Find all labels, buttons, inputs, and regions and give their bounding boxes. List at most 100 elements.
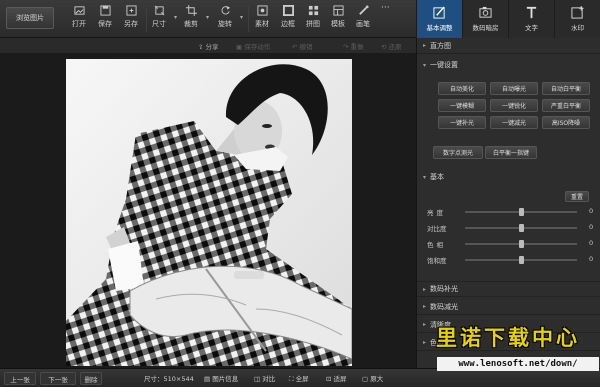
next-image-button[interactable]: 下一张 [40, 372, 76, 385]
spot-metering-button[interactable]: 数字点测光 [433, 146, 483, 159]
contrast-label: 对比度 [427, 225, 447, 233]
tab-digital-darkroom-label: 数码暗房 [472, 24, 499, 32]
white-balance-pick-button[interactable]: 白平衡一指键 [485, 146, 537, 159]
image-info-label: 图片信息 [212, 375, 239, 383]
watermark-text: 里诺下载中心 [436, 325, 580, 350]
tab-basic-adjust-label: 基本调整 [426, 24, 453, 32]
saturation-slider[interactable] [465, 256, 577, 264]
compare-button[interactable]: ◫ 对比 [254, 373, 275, 383]
collage-label: 拼图 [306, 20, 320, 28]
rotate-icon [221, 5, 230, 15]
share-button[interactable]: ⇪ 分享 [198, 41, 219, 51]
contrast-slider[interactable] [465, 224, 577, 232]
auto-exposure-button[interactable]: 自动曝光 [490, 82, 538, 95]
image-size: 尺寸：510×544 [144, 375, 194, 383]
delete-button[interactable]: 删除 [80, 372, 102, 385]
rotate-dropdown-caret[interactable]: ▾ [240, 14, 243, 21]
redo-label: 重做 [350, 43, 364, 51]
hue-slider-thumb[interactable] [519, 240, 524, 248]
rotate-button[interactable]: 旋转 [218, 5, 232, 33]
save-action-button[interactable]: ▣ 保存动作 [236, 41, 270, 51]
histogram-label: 直方图 [430, 41, 452, 50]
crop-dropdown-caret[interactable]: ▾ [206, 14, 209, 21]
material-icon [256, 5, 268, 16]
one-click-sharpen-button[interactable]: 一键锐化 [490, 99, 538, 112]
template-button[interactable]: 模板 [331, 5, 345, 33]
fullscreen-label: 全屏 [295, 375, 309, 383]
one-click-section[interactable]: ▾ 一键设置 [417, 57, 600, 73]
basic-label: 基本 [430, 173, 445, 181]
open-button[interactable]: 打开 [72, 5, 86, 33]
resize-label: 尺寸 [152, 20, 166, 28]
resize-dropdown-caret[interactable]: ▾ [174, 14, 177, 21]
material-label: 素材 [255, 20, 269, 28]
basic-section[interactable]: ▾ 基本 [417, 169, 600, 185]
hue-label: 色相 [427, 241, 446, 249]
contrast-slider-thumb[interactable] [519, 224, 524, 232]
resize-button[interactable]: 尺寸 [152, 5, 166, 33]
hue-slider[interactable] [465, 240, 577, 248]
image-info-button[interactable]: ▤ 图片信息 [204, 373, 238, 383]
digital-reduce-light-section[interactable]: ▸ 数码减光 [417, 299, 600, 315]
tab-text[interactable]: 文字 [508, 0, 554, 38]
brightness-slider-thumb[interactable] [519, 208, 524, 216]
fullscreen-button[interactable]: ⛶ 全屏 [289, 373, 309, 384]
browse-images-button[interactable]: 浏览图片 [6, 7, 54, 29]
redo-button[interactable]: ↷ 重做 [343, 41, 364, 51]
photo-preview [66, 59, 352, 366]
crop-label: 裁剪 [184, 20, 198, 28]
brightness-label: 亮度 [427, 209, 446, 217]
save-icon [99, 5, 111, 16]
histogram-section[interactable]: ▸ 直方图 [417, 38, 600, 54]
photo-image [66, 59, 352, 366]
frame-button[interactable]: 边框 [281, 5, 295, 33]
save-as-button[interactable]: 另存 [124, 5, 138, 33]
auto-white-balance-button[interactable]: 自动白平衡 [542, 82, 590, 95]
resize-icon [154, 5, 164, 16]
hue-value: 0 [589, 239, 594, 247]
tab-digital-darkroom[interactable]: 数码暗房 [462, 0, 508, 38]
actual-size-button[interactable]: ▢ 原大 [362, 373, 383, 383]
one-click-label: 一键设置 [430, 61, 459, 69]
one-click-reduce-light-button[interactable]: 一键减光 [490, 116, 538, 129]
chevron-down-icon: ▾ [423, 61, 427, 69]
collage-icon [308, 5, 318, 16]
watermark-icon [571, 6, 584, 19]
high-iso-denoise-button[interactable]: 高ISO降噪 [542, 116, 590, 129]
crop-button[interactable]: 裁剪 [184, 5, 198, 33]
material-button[interactable]: 素材 [255, 5, 269, 33]
frame-label: 边框 [281, 20, 295, 28]
tab-watermark[interactable]: 水印 [554, 0, 600, 38]
compare-label: 对比 [262, 375, 276, 383]
tab-basic-adjust[interactable]: 基本调整 [416, 0, 462, 38]
frame-icon [282, 5, 294, 16]
digital-fill-light-section[interactable]: ▸ 数码补光 [417, 281, 600, 297]
brightness-slider[interactable] [465, 208, 577, 216]
camera-icon [479, 6, 492, 18]
strict-white-balance-button[interactable]: 严重白平衡 [542, 99, 590, 112]
collage-button[interactable]: 拼图 [306, 5, 320, 33]
chevron-right-icon: ▸ [423, 42, 427, 49]
more-tools-button[interactable]: ··· [381, 3, 390, 31]
more-icon: ··· [381, 3, 390, 13]
share-label: 分享 [205, 43, 219, 51]
brush-button[interactable]: 画笔 [356, 5, 370, 33]
saturation-slider-thumb[interactable] [519, 256, 524, 264]
reset-button[interactable]: 重置 [565, 191, 589, 202]
saturation-label: 饱和度 [427, 257, 447, 265]
save-as-label: 另存 [124, 20, 138, 28]
fit-screen-button[interactable]: ⊡ 适屏 [326, 373, 347, 383]
open-icon [73, 6, 85, 15]
prev-image-button[interactable]: 上一张 [4, 372, 36, 385]
one-click-fill-light-button[interactable]: 一键补光 [438, 116, 486, 129]
auto-beautify-button[interactable]: 自动美化 [438, 82, 486, 95]
chevron-down-icon: ▾ [423, 173, 427, 181]
save-button[interactable]: 保存 [98, 5, 112, 33]
toolbar-divider [146, 6, 147, 32]
digital-reduce-light-label: 数码减光 [430, 302, 459, 311]
restore-button[interactable]: ⟲ 还原 [381, 41, 402, 51]
action-bar: ⇪ 分享 ▣ 保存动作 ↶ 撤销 ↷ 重做 ⟲ 还原 [0, 38, 416, 54]
one-click-blur-button[interactable]: 一键模糊 [438, 99, 486, 112]
undo-button[interactable]: ↶ 撤销 [292, 41, 313, 51]
watermark-url: www.lenosoft.net/down/ [437, 357, 599, 371]
